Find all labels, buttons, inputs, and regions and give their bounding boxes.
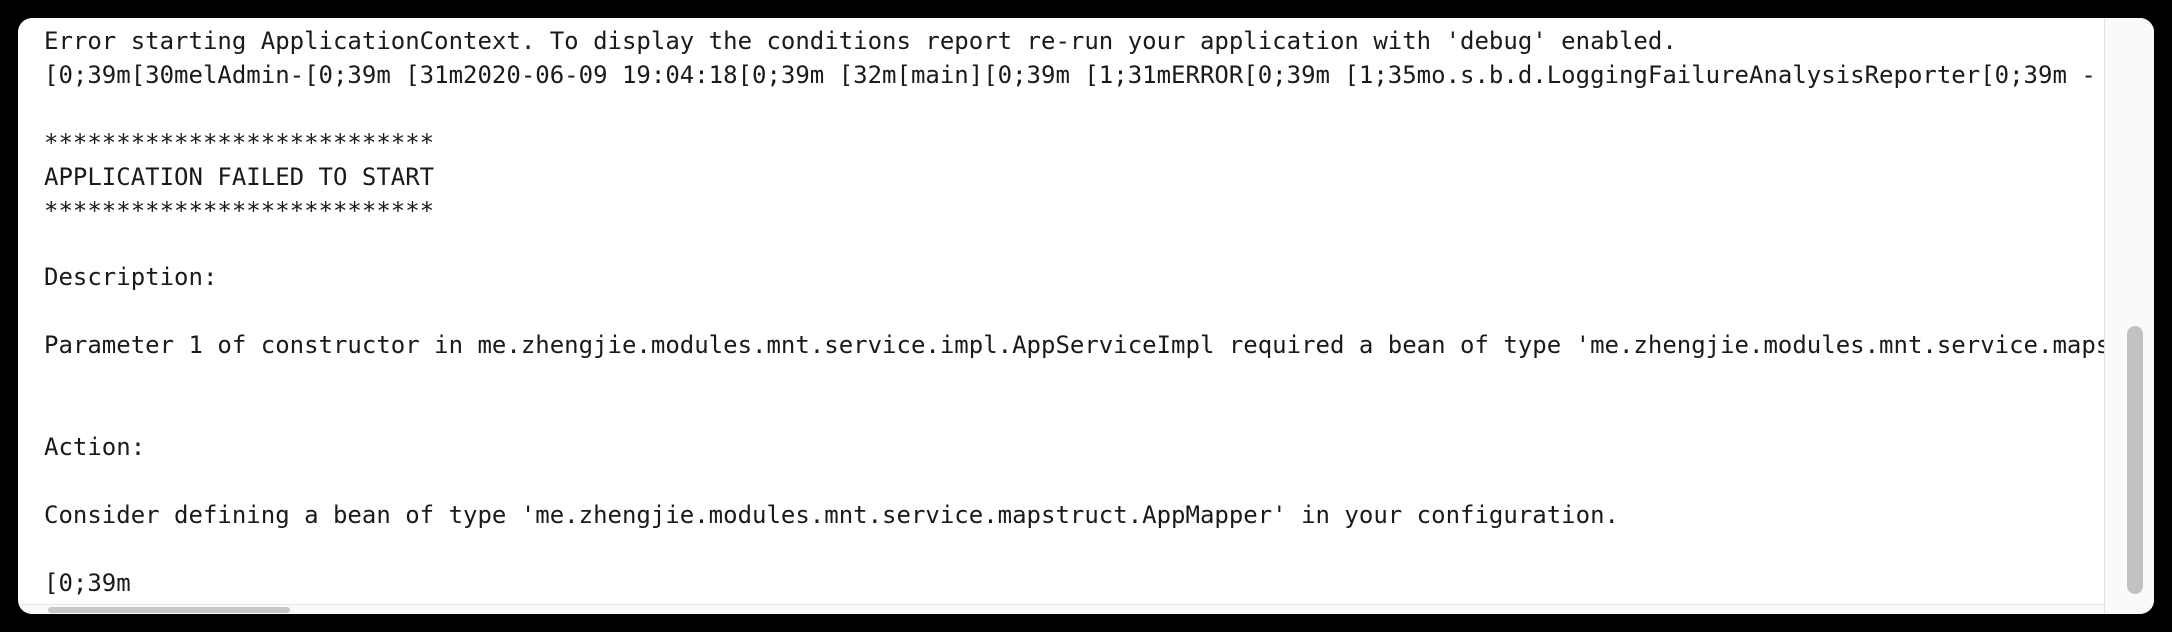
console-line: ***************************: [44, 197, 435, 225]
console-line: Action:: [44, 433, 146, 461]
console-line: Parameter 1 of constructor in me.zhengji…: [44, 331, 2104, 359]
console-line: [0;39m: [44, 569, 131, 597]
horizontal-scrollbar[interactable]: [18, 604, 2104, 614]
console-line: [0;39m[30melAdmin-[0;39m [31m2020-06-09 …: [44, 61, 2096, 89]
horizontal-scrollbar-thumb[interactable]: [48, 607, 290, 613]
console-output[interactable]: Error starting ApplicationContext. To di…: [18, 18, 2104, 604]
console-window: Error starting ApplicationContext. To di…: [18, 18, 2154, 614]
console-line: Error starting ApplicationContext. To di…: [44, 27, 1677, 55]
console-line: ***************************: [44, 129, 435, 157]
console-line: APPLICATION FAILED TO START: [44, 163, 435, 191]
console-line: Consider defining a bean of type 'me.zhe…: [44, 501, 1619, 529]
console-line: Description:: [44, 263, 218, 291]
vertical-scrollbar-thumb[interactable]: [2127, 326, 2143, 594]
vertical-scrollbar[interactable]: [2104, 18, 2154, 614]
